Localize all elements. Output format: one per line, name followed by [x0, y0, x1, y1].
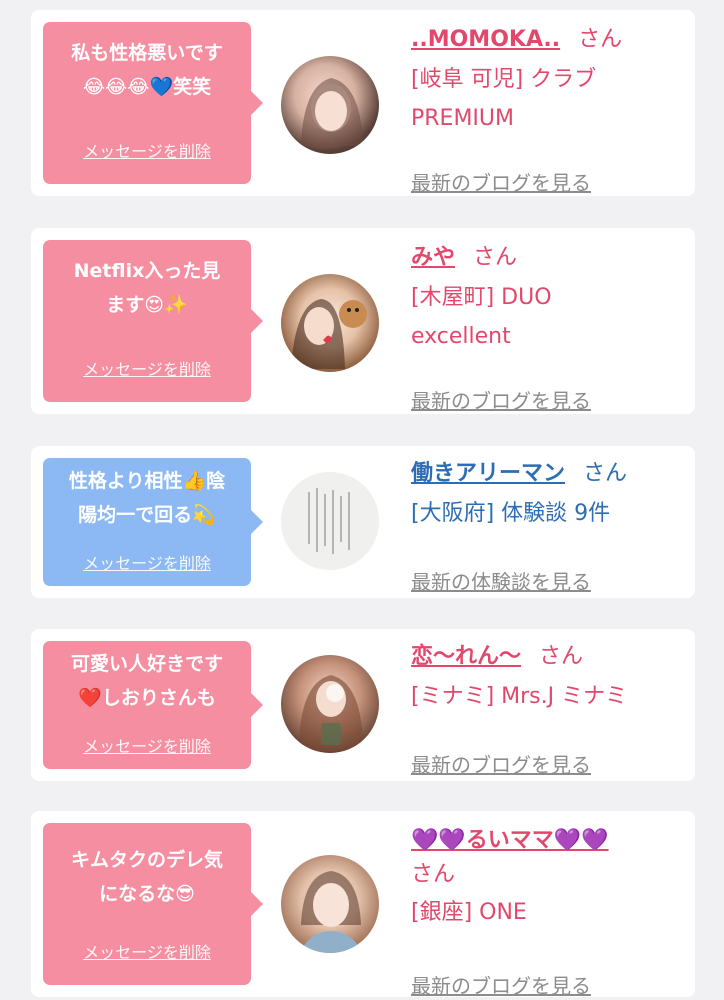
message-card: 私も性格悪いです 😂😂😂💙笑笑 メッセージを削除 ..MOMOKA.. さん [岐…: [31, 10, 695, 196]
message-text: 性格より相性👍陰 陽均一で回る💫: [68, 470, 226, 526]
avatar[interactable]: [281, 472, 379, 570]
sender-name-line: ..MOMOKA.. さん: [411, 24, 677, 56]
shop-info: [ミナミ] Mrs.J ミナミ: [411, 684, 628, 709]
message-bubble: Netflix入った見 ます😍✨ メッセージを削除: [43, 240, 251, 402]
sender-name-link[interactable]: 💜💜るいママ💜💜: [411, 828, 609, 853]
latest-blog-link[interactable]: 最新のブログを見る: [411, 970, 591, 999]
sender-name-line: 働きアリーマン さん: [411, 458, 677, 490]
profile-photo-icon: [299, 871, 363, 953]
sender-info: 恋〜れん〜 さん [ミナミ] Mrs.J ミナミ 最新のブログを見る: [411, 641, 677, 777]
sender-info: 働きアリーマン さん [大阪府] 体験談 9件 最新の体験談を見る: [411, 458, 677, 594]
message-bubble: 性格より相性👍陰 陽均一で回る💫 メッセージを削除: [43, 458, 251, 586]
message-text: 可愛い人好きです ❤️しおりさんも: [70, 653, 223, 709]
message-card: キムタクのデレ気 になるな😎 メッセージを削除 💜💜るいママ💜💜 さん [銀座]…: [31, 811, 695, 998]
sender-name-link[interactable]: 恋〜れん〜: [411, 644, 521, 669]
shop-info: [木屋町] DUO excellent: [411, 285, 552, 349]
message-text: 私も性格悪いです 😂😂😂💙笑笑: [71, 42, 223, 98]
honorific: さん: [539, 644, 584, 669]
message-bubble: 可愛い人好きです ❤️しおりさんも メッセージを削除: [43, 641, 251, 769]
message-bubble: キムタクのデレ気 になるな😎 メッセージを削除: [43, 823, 251, 985]
message-text: Netflix入った見 ます😍✨: [73, 260, 221, 316]
avatar[interactable]: [281, 274, 379, 372]
shop-info: [銀座] ONE: [411, 900, 527, 925]
sender-info: みや さん [木屋町] DUO excellent 最新のブログを見る: [411, 242, 677, 413]
message-card: 性格より相性👍陰 陽均一で回る💫 メッセージを削除 働きアリーマン さん [大阪府…: [31, 446, 695, 598]
sender-name-link[interactable]: みや: [411, 245, 455, 270]
shop-info: [大阪府] 体験談 9件: [411, 501, 611, 526]
sender-info: ..MOMOKA.. さん [岐阜 可児] クラブ PREMIUM 最新のブログを…: [411, 24, 677, 195]
avatar[interactable]: [281, 655, 379, 753]
message-card: Netflix入った見 ます😍✨ メッセージを削除 みや さん [木屋町] DUO…: [31, 228, 695, 414]
message-text: キムタクのデレ気 になるな😎: [70, 849, 223, 905]
honorific: さん: [411, 862, 456, 887]
message-card: 可愛い人好きです ❤️しおりさんも メッセージを削除 恋〜れん〜 さん [ミナミ]…: [31, 629, 695, 781]
profile-photo-icon: [291, 299, 367, 369]
latest-review-link[interactable]: 最新の体験談を見る: [411, 566, 591, 595]
avatar[interactable]: [281, 855, 379, 953]
sender-name-link[interactable]: ..MOMOKA..: [411, 27, 560, 52]
message-bubble: 私も性格悪いです 😂😂😂💙笑笑 メッセージを削除: [43, 22, 251, 184]
profile-photo-icon: [299, 675, 363, 751]
honorific: さん: [473, 245, 518, 270]
delete-message-link[interactable]: メッセージを削除: [43, 138, 251, 162]
shop-info: [岐阜 可児] クラブ PREMIUM: [411, 67, 597, 131]
delete-message-link[interactable]: メッセージを削除: [43, 733, 251, 757]
latest-blog-link[interactable]: 最新のブログを見る: [411, 749, 591, 778]
sender-name-link[interactable]: 働きアリーマン: [411, 461, 565, 486]
sender-name-line: みや さん: [411, 242, 677, 274]
delete-message-link[interactable]: メッセージを削除: [43, 356, 251, 380]
sender-name-line: 恋〜れん〜 さん: [411, 641, 677, 673]
sender-info: 💜💜るいママ💜💜 さん [銀座] ONE 最新のブログを見る: [411, 825, 677, 998]
profile-photo-icon: [301, 78, 363, 146]
document-photo-icon: [281, 472, 379, 570]
honorific-line: さん: [411, 859, 677, 891]
avatar[interactable]: [281, 56, 379, 154]
honorific: さん: [578, 27, 623, 52]
latest-blog-link[interactable]: 最新のブログを見る: [411, 385, 591, 414]
sender-name-line: 💜💜るいママ💜💜: [411, 825, 677, 857]
latest-blog-link[interactable]: 最新のブログを見る: [411, 167, 591, 196]
honorific: さん: [583, 461, 628, 486]
delete-message-link[interactable]: メッセージを削除: [43, 939, 251, 963]
delete-message-link[interactable]: メッセージを削除: [43, 550, 251, 574]
